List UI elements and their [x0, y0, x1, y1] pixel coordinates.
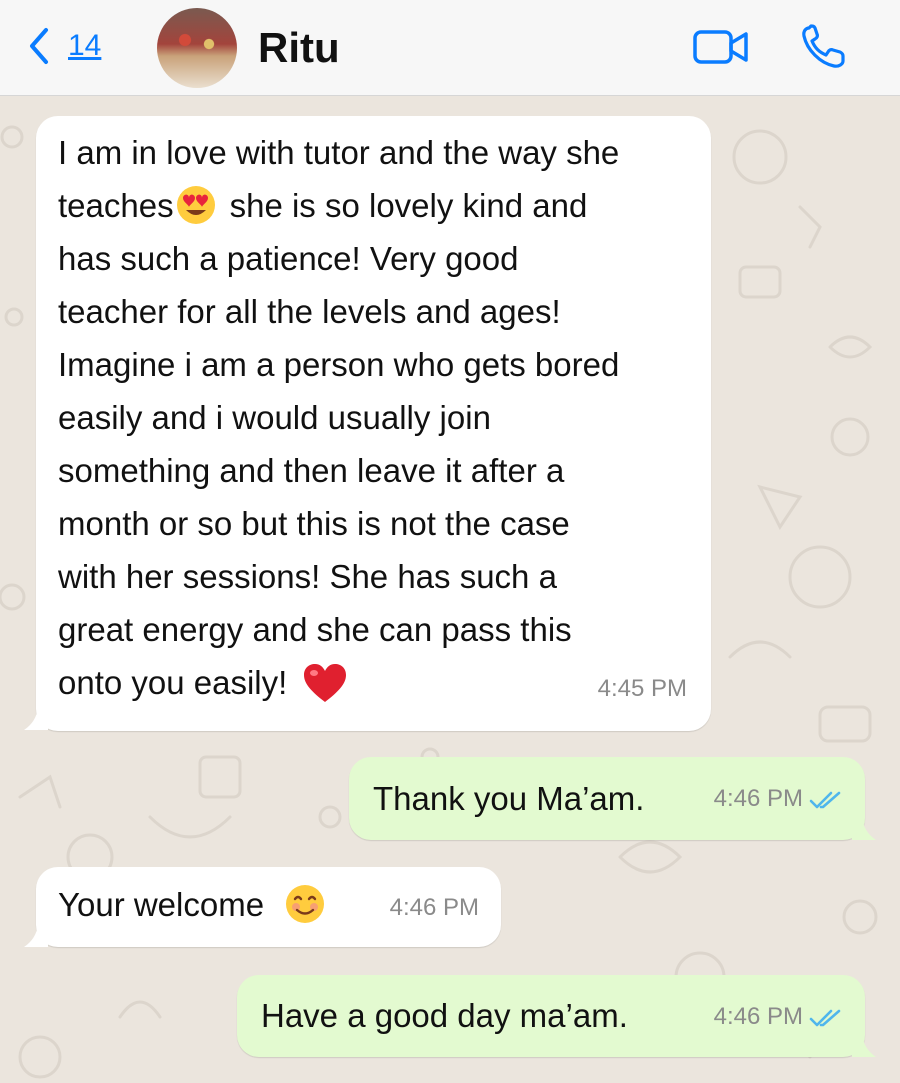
- message-time: 4:46 PM: [389, 894, 479, 921]
- message-line-part: teaches: [58, 187, 174, 224]
- phone-icon: [802, 24, 845, 68]
- video-call-button[interactable]: [692, 28, 750, 71]
- message-line: teacher for all the levels and ages!: [58, 293, 561, 330]
- message-bubble-outgoing[interactable]: Thank you Ma’am. 4:46 PM: [349, 757, 865, 840]
- bubble-tail: [24, 708, 48, 730]
- double-check-icon: [809, 1009, 841, 1026]
- message-time: 4:46 PM: [714, 990, 843, 1043]
- voice-call-button[interactable]: [800, 24, 848, 75]
- message-line-part: onto you easily!: [58, 664, 288, 701]
- message-line-part: she is so lovely kind and: [229, 187, 588, 224]
- message-line: has such a patience! Very good: [58, 240, 519, 277]
- message-time-text: 4:46 PM: [713, 785, 803, 812]
- red-heart-emoji-icon: [304, 664, 347, 703]
- double-check-icon: [809, 791, 841, 808]
- message-bubble-incoming[interactable]: Your welcome 4:46 PM: [36, 867, 501, 947]
- message-line: onto you easily!: [58, 656, 689, 709]
- bubble-tail: [852, 1035, 876, 1057]
- message-time-text: 4:46 PM: [713, 1003, 803, 1030]
- message-line: with her sessions! She has such a: [58, 558, 557, 595]
- message-line: teaches she is so lovely kind and: [58, 179, 689, 232]
- unread-count[interactable]: 14: [68, 29, 101, 63]
- message-line: month or so but this is not the case: [58, 505, 570, 542]
- video-camera-icon: [693, 30, 748, 64]
- heart-eyes-emoji-icon: [176, 186, 215, 225]
- message-bubble-incoming[interactable]: I am in love with tutor and the way she …: [36, 116, 711, 731]
- bubble-tail: [852, 818, 876, 840]
- message-time: 4:46 PM: [714, 772, 843, 825]
- chevron-left-icon: [30, 28, 48, 64]
- smiling-face-emoji-icon: [286, 885, 325, 924]
- contact-name[interactable]: Ritu: [258, 24, 340, 72]
- message-line: easily and i would usually join: [58, 399, 491, 436]
- message-time: 4:45 PM: [597, 675, 687, 702]
- message-line: I am in love with tutor and the way she: [58, 134, 620, 171]
- chat-header: 14 Ritu: [0, 0, 900, 96]
- message-text: I am in love with tutor and the way she …: [58, 126, 689, 709]
- message-line: great energy and she can pass this: [58, 611, 572, 648]
- message-text: Thank you Ma’am.: [373, 780, 645, 817]
- message-text: Your welcome: [58, 886, 265, 923]
- avatar[interactable]: [157, 8, 237, 88]
- message-text: Have a good day ma’am.: [261, 997, 628, 1034]
- message-line: something and then leave it after a: [58, 452, 565, 489]
- bubble-tail: [24, 925, 48, 947]
- message-bubble-outgoing[interactable]: Have a good day ma’am. 4:46 PM: [237, 975, 865, 1057]
- message-line: Imagine i am a person who gets bored: [58, 346, 620, 383]
- back-button[interactable]: 14: [26, 26, 101, 66]
